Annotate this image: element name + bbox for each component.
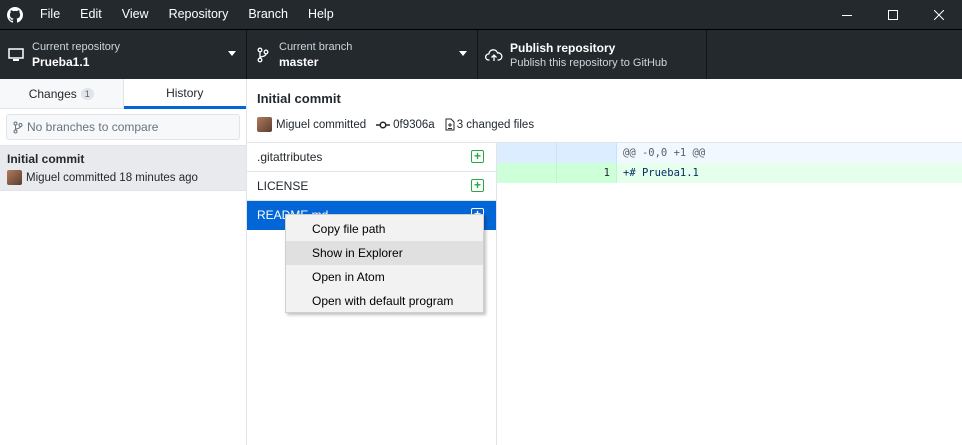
menu-item-show-in-explorer[interactable]: Show in Explorer [286, 241, 483, 265]
current-repository-label: Current repository [32, 40, 121, 53]
diff-file-icon [445, 118, 455, 131]
changed-files-count: 3 changed files [456, 118, 535, 131]
window-controls [824, 0, 962, 29]
diff-view: @@ -0,0 +1 @@ 1 +# Prueba1.1 [497, 143, 962, 445]
file-added-icon: + [471, 150, 484, 163]
current-repository-value: Prueba1.1 [32, 54, 90, 69]
diff-line-text: +# Prueba1.1 [623, 167, 699, 179]
avatar [257, 117, 272, 132]
desktop-icon [0, 47, 32, 62]
file-context-menu: Copy file path Show in Explorer Open in … [285, 214, 484, 313]
commit-list-item-meta: Miguel committed 18 minutes ago [26, 171, 198, 184]
branch-compare-input[interactable]: No branches to compare [6, 114, 240, 140]
tab-changes[interactable]: Changes 1 [0, 79, 124, 108]
diff-line-added[interactable]: 1 +# Prueba1.1 [497, 163, 962, 183]
menu-file[interactable]: File [30, 0, 70, 29]
publish-repository-description: Publish this repository to GitHub [510, 56, 668, 69]
menu-edit[interactable]: Edit [70, 0, 112, 29]
commit-summary: Initial commit Miguel committed 0f9306a … [247, 79, 962, 143]
cloud-upload-icon [478, 48, 510, 62]
publish-repository-title: Publish repository [510, 40, 616, 55]
git-commit-icon [376, 120, 391, 129]
menu-item-copy-file-path[interactable]: Copy file path [286, 217, 483, 241]
tab-history-label: History [166, 85, 204, 100]
commit-author: Miguel committed [276, 118, 367, 131]
menu-item-open-in-atom[interactable]: Open in Atom [286, 265, 483, 289]
current-branch-button[interactable]: Current branch master [247, 30, 478, 79]
commit-list-item-title: Initial commit [7, 152, 85, 166]
menu-item-open-with-default-program[interactable]: Open with default program [286, 289, 483, 313]
menu-branch[interactable]: Branch [238, 0, 298, 29]
file-name: .gitattributes [257, 150, 323, 164]
sidebar: Changes 1 History No branches to compare… [0, 79, 247, 445]
tab-changes-label: Changes [28, 86, 77, 101]
branch-compare-placeholder: No branches to compare [27, 120, 159, 134]
menu-help[interactable]: Help [298, 0, 344, 29]
commit-summary-title: Initial commit [257, 91, 341, 106]
close-icon[interactable] [916, 0, 962, 29]
current-repository-button[interactable]: Current repository Prueba1.1 [0, 30, 247, 79]
commit-sha[interactable]: 0f9306a [393, 119, 435, 131]
current-branch-value: master [279, 54, 319, 69]
tab-history[interactable]: History [123, 79, 246, 109]
branch-compare-area: No branches to compare [0, 109, 246, 145]
file-list-item[interactable]: .gitattributes + [247, 143, 496, 172]
current-branch-label: Current branch [279, 40, 353, 53]
triangle-down-icon [228, 51, 236, 56]
menu-repository[interactable]: Repository [159, 0, 239, 29]
title-menu-bar: File Edit View Repository Branch Help [0, 0, 962, 29]
file-name: LICENSE [257, 179, 309, 193]
toolbar: Current repository Prueba1.1 Current bra… [0, 29, 962, 79]
minimize-icon[interactable] [824, 0, 870, 29]
git-branch-icon [13, 121, 23, 134]
diff-hunk-header: @@ -0,0 +1 @@ [497, 143, 962, 163]
file-added-icon: + [471, 179, 484, 192]
changes-count-badge: 1 [80, 87, 94, 100]
menu-view[interactable]: View [112, 0, 159, 29]
diff-new-line-number: 1 [557, 163, 617, 183]
sidebar-tabs: Changes 1 History [0, 79, 246, 109]
git-branch-icon [247, 47, 279, 63]
maximize-icon[interactable] [870, 0, 916, 29]
publish-repository-button[interactable]: Publish repository Publish this reposito… [478, 30, 707, 79]
avatar [7, 170, 22, 185]
diff-hunk-text: @@ -0,0 +1 @@ [623, 147, 706, 159]
triangle-down-icon [459, 51, 467, 56]
file-list-item[interactable]: LICENSE + [247, 172, 496, 201]
github-logo-icon [0, 0, 30, 29]
commit-list-item[interactable]: Initial commit Miguel committed 18 minut… [0, 145, 246, 191]
